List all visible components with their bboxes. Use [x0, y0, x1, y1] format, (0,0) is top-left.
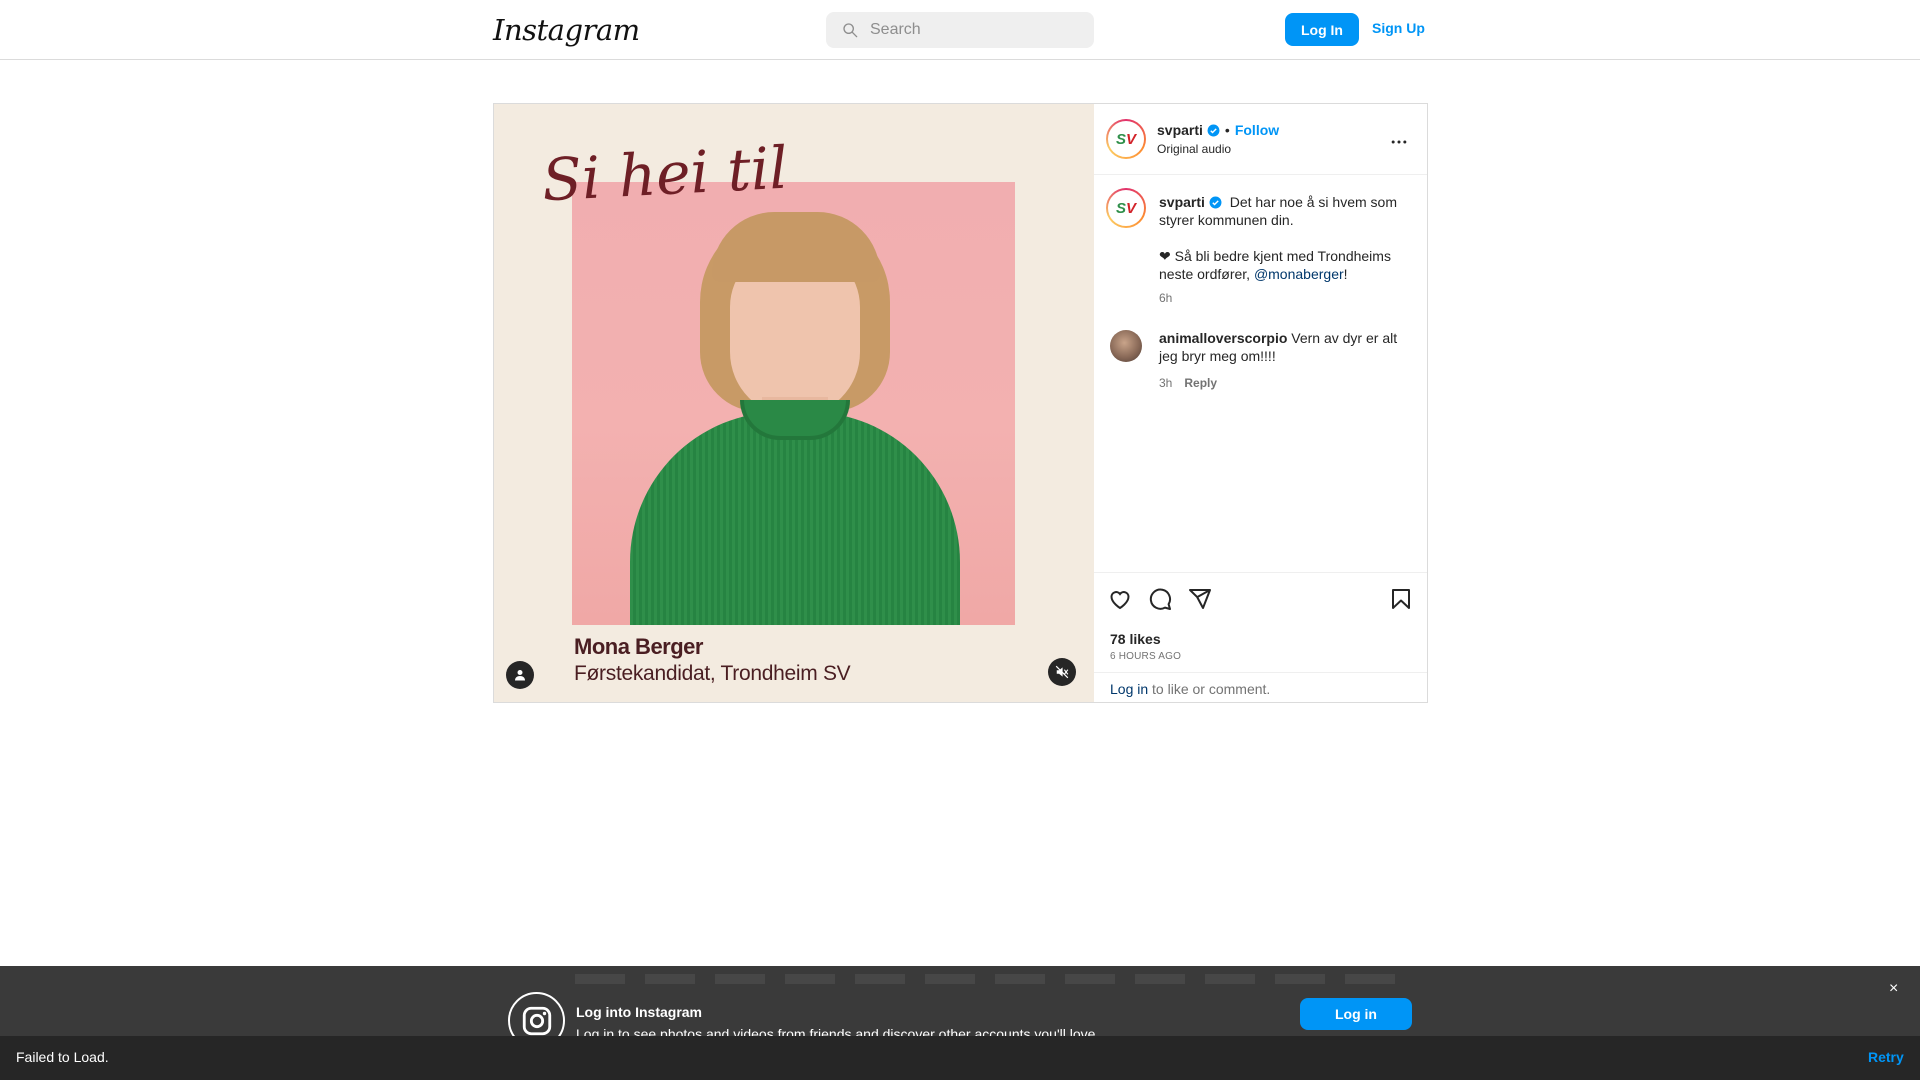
comment-username[interactable]: animalloverscorpio	[1159, 330, 1287, 346]
mute-toggle-button[interactable]	[1048, 658, 1076, 686]
dress-shape	[630, 412, 960, 625]
caption-author-avatar[interactable]: SV	[1106, 188, 1146, 228]
fringe-shape	[712, 212, 880, 282]
likes-count[interactable]: 78 likes	[1110, 631, 1161, 647]
banner-title: Log into Instagram	[576, 1004, 702, 1020]
login-suffix: to like or comment.	[1148, 681, 1271, 697]
commenter-avatar[interactable]	[1110, 330, 1142, 362]
caption-time: 6h	[1159, 291, 1173, 305]
search-box[interactable]	[826, 12, 1094, 48]
avatar-letter-s: S	[1115, 130, 1126, 148]
mention-link[interactable]: @monaberger	[1254, 266, 1344, 282]
comments-section: SV svparti ⁣ Det har noe å si hvem som s…	[1094, 176, 1427, 572]
signup-link[interactable]: Sign Up	[1372, 20, 1425, 36]
caption-username[interactable]: svparti	[1159, 194, 1205, 210]
video-caption-name: Mona Berger	[574, 634, 703, 659]
author-username[interactable]: svparti	[1157, 122, 1203, 138]
separator-dot: •	[1224, 122, 1230, 138]
banner-login-button[interactable]: Log in	[1300, 998, 1412, 1030]
verified-icon	[1209, 196, 1222, 209]
comment-time: 3h	[1159, 376, 1173, 390]
search-icon	[843, 23, 858, 38]
posted-time: 6 HOURS AGO	[1110, 651, 1182, 662]
more-icon[interactable]	[1389, 132, 1409, 152]
audio-label[interactable]: Original audio	[1157, 142, 1231, 156]
user-tag-icon	[515, 670, 525, 681]
post-header: SV svparti • Follow Original audio	[1094, 104, 1427, 175]
footer-links-behind	[575, 974, 1395, 984]
reply-button[interactable]: Reply	[1184, 376, 1217, 390]
toast-message: Failed to Load.	[16, 1049, 109, 1065]
search-input[interactable]	[870, 21, 1080, 39]
post-video[interactable]: Si hei til Mona Berger Førstekandidat, T…	[494, 104, 1094, 702]
comment-icon[interactable]	[1148, 587, 1172, 611]
video-overlay-text: Si hei til	[540, 133, 790, 215]
login-link[interactable]: Log in	[1110, 681, 1148, 697]
avatar-letter-v: V	[1126, 199, 1137, 217]
bookmark-icon[interactable]	[1389, 587, 1413, 611]
post-card: Si hei til Mona Berger Førstekandidat, T…	[493, 103, 1428, 703]
retry-button[interactable]: Retry	[1868, 1049, 1904, 1065]
author-line: svparti • Follow	[1157, 122, 1279, 140]
video-caption-role: Førstekandidat, Trondheim SV	[574, 662, 851, 685]
top-navigation: Instagram Log In Sign Up	[0, 0, 1920, 60]
close-icon[interactable]: ×	[1889, 980, 1898, 998]
verified-icon	[1207, 124, 1220, 137]
share-icon[interactable]	[1188, 587, 1212, 611]
muted-icon	[1055, 665, 1069, 679]
instagram-logo[interactable]: Instagram	[493, 13, 640, 47]
video-frame	[572, 182, 1015, 625]
avatar-letter-s: S	[1115, 199, 1126, 217]
caption-text: svparti ⁣ Det har noe å si hvem som styr…	[1159, 193, 1399, 283]
login-button[interactable]: Log In	[1285, 13, 1359, 46]
error-toast: Failed to Load. Retry	[0, 1036, 1920, 1080]
post-sidebar: SV svparti • Follow Original audio SV svpa…	[1094, 104, 1427, 702]
author-avatar[interactable]: SV	[1106, 119, 1146, 159]
follow-button[interactable]: Follow	[1235, 122, 1279, 138]
login-to-comment: Log in to like or comment.	[1094, 672, 1427, 703]
avatar-letter-v: V	[1126, 130, 1137, 148]
tagged-users-button[interactable]	[506, 661, 534, 689]
caption-line-2-suffix: !	[1343, 266, 1348, 282]
comment-text: animalloverscorpio Vern av dyr er alt je…	[1159, 329, 1414, 365]
heart-icon[interactable]	[1108, 587, 1132, 611]
comment-meta: 3h Reply	[1159, 376, 1217, 390]
post-actions: 78 likes 6 HOURS AGO Log in to like or c…	[1094, 572, 1427, 702]
